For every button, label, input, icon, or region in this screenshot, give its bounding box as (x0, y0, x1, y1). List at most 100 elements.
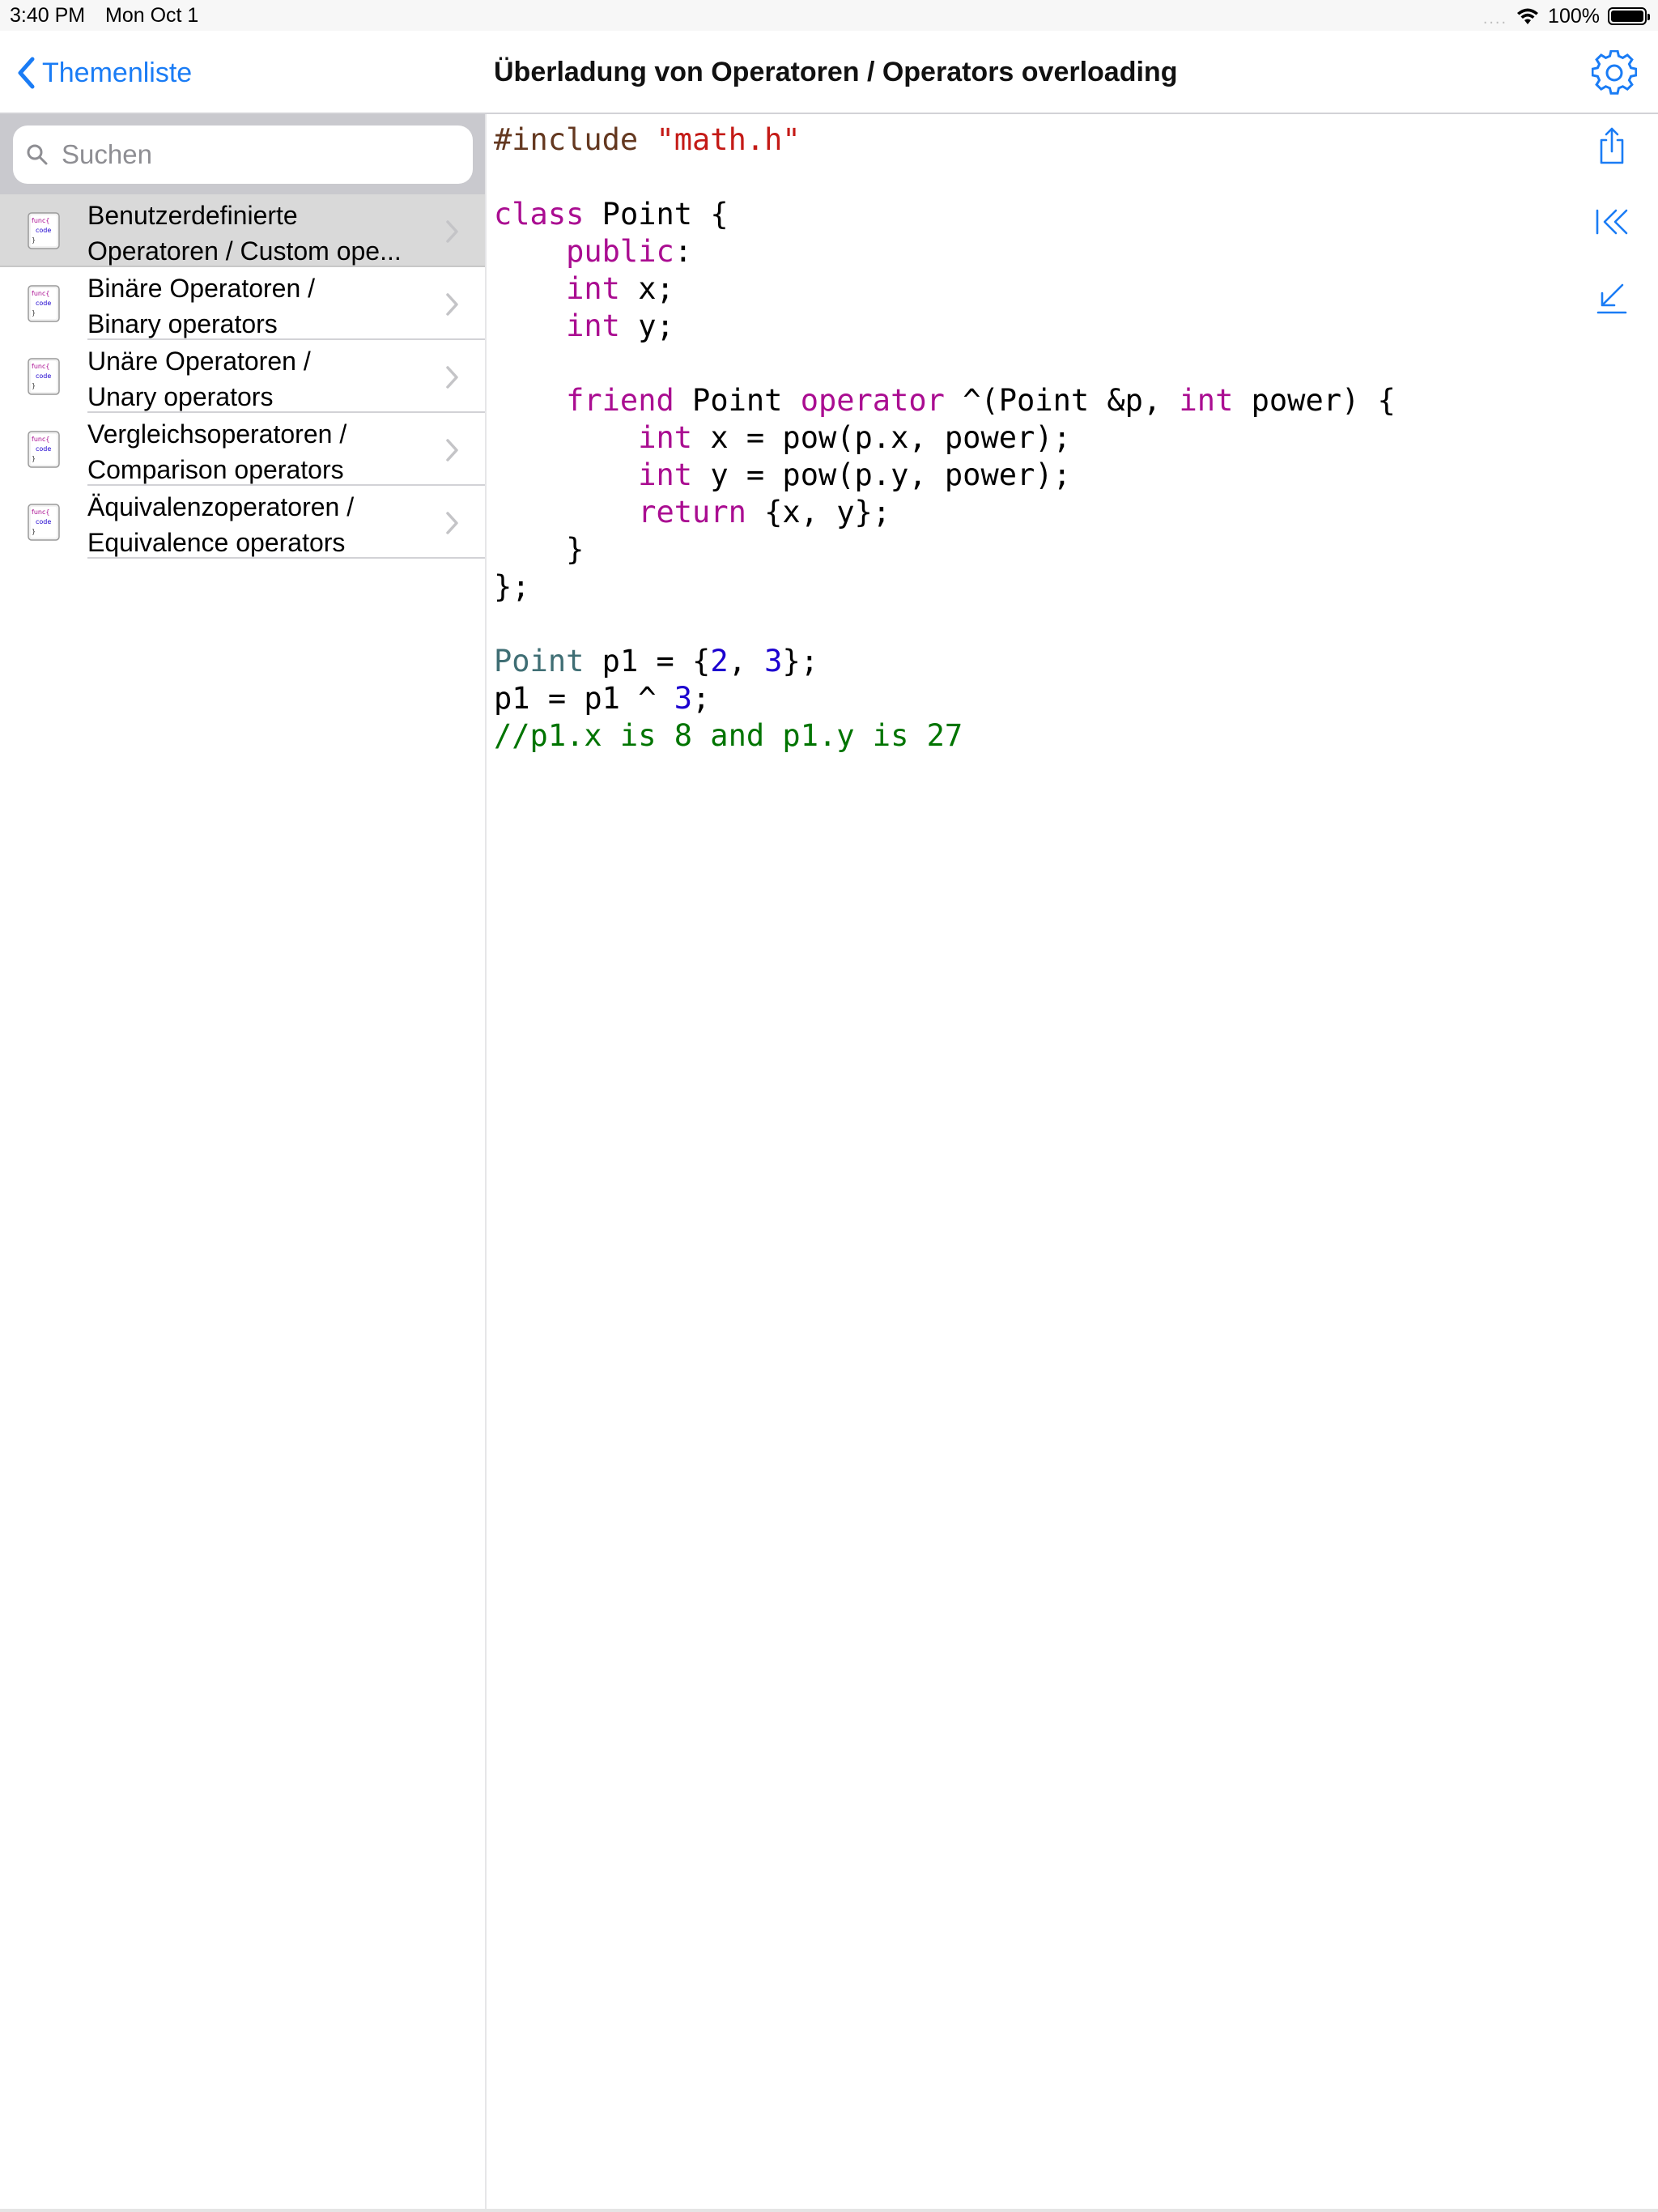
search-icon (27, 144, 48, 165)
wifi-icon (1517, 8, 1539, 24)
code-line: friend Point operator ^(Point &p, int po… (494, 382, 1546, 419)
list-item-title-line1: Vergleichsoperatoren / (87, 419, 347, 449)
svg-text:code: code (36, 227, 51, 234)
code-token: int (638, 420, 693, 455)
list-item[interactable]: func{ code } Unäre Operatoren / Unary op… (0, 340, 486, 413)
search-bar-container (0, 114, 486, 194)
share-icon[interactable] (1592, 125, 1632, 166)
code-file-icon: func{ code } (28, 358, 60, 395)
code-line: #include "math.h" (494, 121, 1546, 159)
code-token: Point (494, 644, 585, 678)
battery-icon (1608, 7, 1650, 25)
code-token: , (728, 644, 765, 678)
code-token: operator (800, 383, 945, 418)
sidebar: func{ code } Benutzerdefinierte Operator… (0, 114, 486, 2212)
svg-text:}: } (32, 455, 36, 462)
svg-text:}: } (32, 236, 36, 244)
code-viewer: #include "math.h" class Point { public: … (494, 121, 1546, 755)
jump-to-start-icon[interactable] (1592, 202, 1632, 242)
gear-icon[interactable] (1592, 50, 1637, 96)
code-token: 3 (674, 681, 693, 716)
svg-text:code: code (36, 518, 51, 525)
code-line: int y = pow(p.y, power); (494, 457, 1546, 494)
code-token: class (494, 197, 585, 232)
code-token: : (674, 234, 693, 269)
code-token: Point (674, 383, 801, 418)
svg-text:}: } (32, 309, 36, 317)
svg-text:code: code (36, 372, 51, 380)
navigation-bar: Themenliste Überladung von Operatoren / … (0, 31, 1658, 114)
split-view-divider (485, 114, 487, 2212)
code-line: int x = pow(p.x, power); (494, 419, 1546, 457)
list-item-label: Benutzerdefinierte Operatoren / Custom o… (87, 198, 427, 269)
code-token: Point { (584, 197, 729, 232)
code-token: }; (494, 569, 530, 604)
status-indicators: .... 100% (1482, 2, 1650, 30)
list-item-title-line2: Binary operators (87, 309, 278, 338)
chevron-right-icon (446, 439, 458, 462)
list-item-title-line2: Unary operators (87, 382, 274, 411)
list-item-title-line1: Benutzerdefinierte (87, 201, 298, 230)
code-file-icon: func{ code } (28, 431, 60, 468)
code-token: friend (566, 383, 674, 418)
code-token: power) { (1233, 383, 1396, 418)
back-button[interactable]: Themenliste (16, 53, 192, 92)
code-token: x; (619, 271, 674, 306)
search-input[interactable] (60, 138, 449, 171)
battery-level-fill (1611, 11, 1643, 22)
list-item[interactable]: func{ code } Äquivalenzoperatoren / Equi… (0, 486, 486, 559)
search-field[interactable] (13, 125, 473, 184)
code-token: public (566, 234, 674, 269)
code-line: //p1.x is 8 and p1.y is 27 (494, 717, 1546, 755)
code-token: p1 = { (584, 644, 711, 678)
svg-text:code: code (36, 300, 51, 307)
topic-list: func{ code } Benutzerdefinierte Operator… (0, 194, 486, 559)
cellular-signal-icon: .... (1482, 9, 1508, 28)
code-token: int (638, 457, 693, 492)
code-token: #include (494, 122, 657, 157)
svg-text:}: } (32, 528, 36, 535)
list-item[interactable]: func{ code } Vergleichsoperatoren / Comp… (0, 413, 486, 486)
code-token: //p1.x is 8 and p1.y is 27 (494, 718, 963, 753)
chevron-right-icon (446, 512, 458, 534)
list-item-title-line1: Binäre Operatoren / (87, 274, 316, 303)
svg-text:func{: func{ (32, 290, 49, 297)
code-line: Point p1 = {2, 3}; (494, 643, 1546, 680)
list-item[interactable]: func{ code } Binäre Operatoren / Binary … (0, 267, 486, 340)
code-token: ^(Point &p, (944, 383, 1180, 418)
code-token: 3 (764, 644, 783, 678)
code-line: p1 = p1 ^ 3; (494, 680, 1546, 717)
list-item-title-line2: Comparison operators (87, 455, 344, 484)
svg-text:}: } (32, 382, 36, 389)
chevron-right-icon (446, 293, 458, 316)
code-token: }; (782, 644, 819, 678)
bottom-edge (0, 2209, 1658, 2212)
code-token: } (494, 532, 585, 567)
page-title: Überladung von Operatoren / Operators ov… (494, 57, 1178, 87)
svg-text:code: code (36, 445, 51, 453)
code-token: p1 = p1 ^ (494, 681, 674, 716)
list-item-label: Äquivalenzoperatoren / Equivalence opera… (87, 489, 427, 560)
status-bar: 3:40 PM Mon Oct 1 .... 100% (0, 0, 1658, 31)
status-date: Mon Oct 1 (105, 4, 199, 27)
list-item-label: Unäre Operatoren / Unary operators (87, 343, 427, 415)
code-token: y; (619, 308, 674, 343)
list-item[interactable]: func{ code } Benutzerdefinierte Operator… (0, 194, 486, 267)
code-token: return (638, 495, 746, 530)
list-item-title-line2: Operatoren / Custom ope... (87, 236, 402, 266)
code-token: ; (692, 681, 711, 716)
code-file-icon: func{ code } (28, 504, 60, 541)
code-line: }; (494, 568, 1546, 606)
chevron-right-icon (446, 220, 458, 243)
chevron-left-icon (18, 57, 35, 89)
code-line: } (494, 531, 1546, 568)
back-button-label: Themenliste (42, 57, 193, 88)
code-token: y = pow(p.y, power); (692, 457, 1071, 492)
collapse-icon[interactable] (1592, 278, 1632, 318)
code-line: return {x, y}; (494, 494, 1546, 531)
code-token: {x, y}; (746, 495, 891, 530)
code-token: 2 (710, 644, 729, 678)
